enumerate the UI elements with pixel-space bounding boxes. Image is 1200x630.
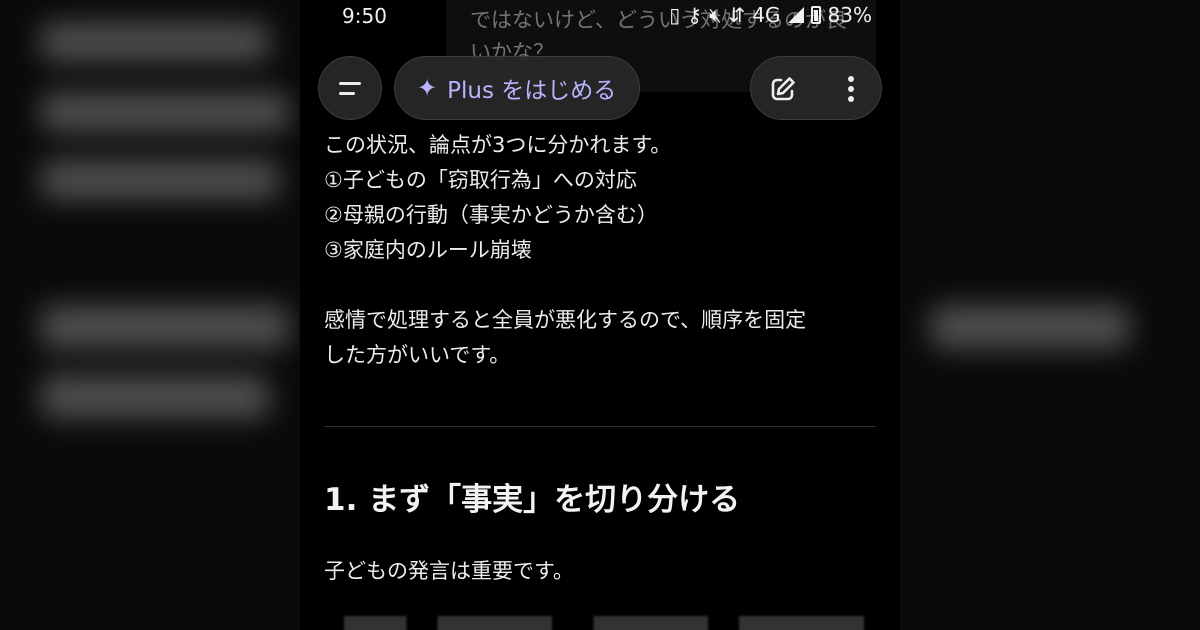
vpn-key-icon: ⚷	[687, 3, 702, 27]
start-plus-label: Plus をはじめる	[447, 78, 617, 104]
status-bar: 9:50 ▯ ⚷ 🔇︎ ⇵ 4G 83%	[300, 0, 900, 34]
top-actions	[750, 56, 882, 120]
phone-screen: ではないけど、どういう対処するのが良いかな？ 9:50 ▯ ⚷ 🔇︎ ⇵ 4G …	[300, 0, 900, 630]
status-time: 9:50	[342, 4, 387, 28]
start-plus-button[interactable]: ✦ Plus をはじめる	[394, 56, 640, 120]
section-divider	[324, 426, 876, 427]
section-paragraph: 子どもの発言は重要です。	[324, 559, 574, 583]
mute-icon: 🔇︎	[708, 3, 722, 27]
reply-summary-line-1: 感情で処理すると全員が悪化するので、順序を固定	[324, 308, 807, 332]
data-arrows-icon: ⇵	[728, 3, 746, 27]
menu-button[interactable]	[318, 56, 382, 120]
screenshot-frame: ではないけど、どういう対処するのが良いかな？ 9:50 ▯ ⚷ 🔇︎ ⇵ 4G …	[0, 0, 1200, 630]
new-chat-icon[interactable]	[769, 75, 797, 103]
network-type: 4G	[752, 3, 781, 27]
sparkle-icon: ✦	[417, 74, 438, 102]
signal-icon	[787, 7, 804, 23]
reply-point-3: ③家庭内のルール崩壊	[324, 238, 532, 262]
battery-level: 83%	[827, 3, 872, 27]
reply-point-1: ①子どもの「窃取行為」への対応	[324, 168, 637, 192]
reply-summary-line-2: した方がいいです。	[324, 343, 511, 367]
nfc-icon: ▯	[669, 3, 681, 27]
more-vertical-icon[interactable]	[841, 75, 861, 103]
section-heading: 1. まず「事実」を切り分ける	[324, 482, 741, 518]
reply-point-2: ②母親の行動（事実かどうか含む）	[324, 203, 658, 227]
assistant-reply: この状況、論点が3つに分かれます。 ①子どもの「窃取行為」への対応 ②母親の行動…	[324, 128, 880, 373]
reply-intro: この状況、論点が3つに分かれます。	[324, 133, 672, 157]
battery-icon	[810, 6, 821, 24]
truncated-text-line	[344, 616, 864, 630]
